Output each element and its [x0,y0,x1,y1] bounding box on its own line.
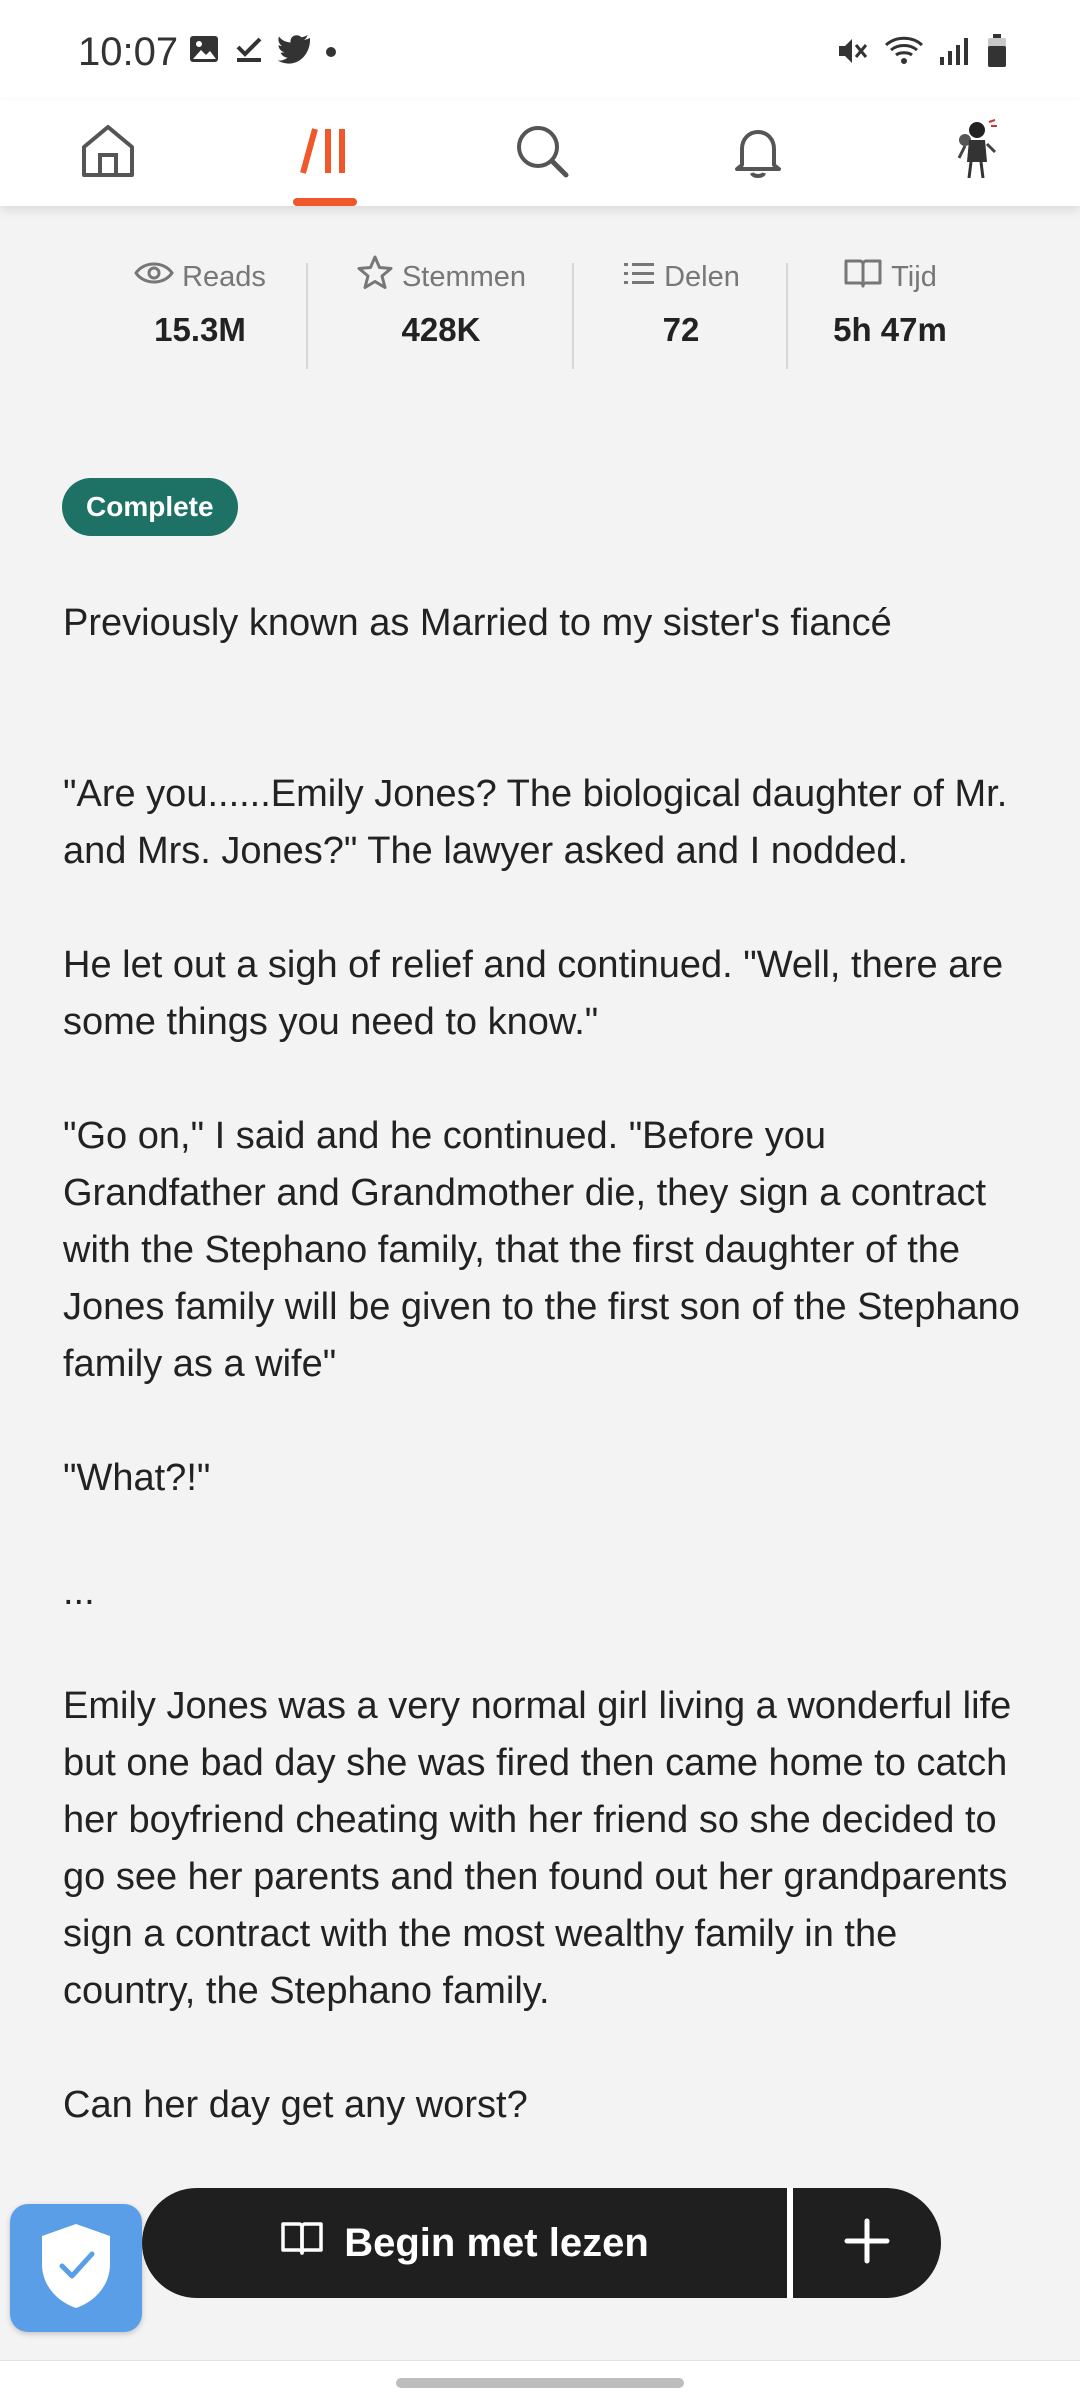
stat-value: 15.3M [154,311,246,348]
library-icon [295,121,355,186]
status-badge: Complete [62,478,238,536]
stat-reads: Reads 15.3M [100,255,300,375]
stat-time: Tijd 5h 47m [792,255,988,375]
start-reading-label: Begin met lezen [344,2220,649,2265]
top-nav [0,100,1080,206]
description-paragraph: ... [63,1571,95,1613]
story-stats: Reads 15.3M Stemmen 428K Delen 72 Tijd 5… [0,255,1080,375]
mute-icon [836,35,870,72]
nav-search[interactable] [492,100,592,206]
stat-label: Stemmen [401,260,527,293]
stat-value: 428K [401,311,481,348]
description-paragraph: "Are you......Emily Jones? The biologica… [63,773,1008,872]
status-time: 10:07 [78,30,179,74]
divider [572,263,574,369]
image-icon [188,34,220,69]
eye-icon [134,258,174,296]
description-paragraph: "Go on," I said and he continued. "Befor… [63,1115,1020,1385]
security-shield-button[interactable] [10,2204,142,2332]
search-icon [512,121,572,186]
gesture-bar [0,2360,1080,2401]
description-paragraph: "What?!" [63,1457,211,1499]
home-gesture-handle[interactable] [396,2378,684,2388]
add-to-library-button[interactable] [793,2188,941,2298]
description-paragraph: Can her day get any worst? [63,2084,528,2126]
description-paragraph: Emily Jones was a very normal girl livin… [63,1685,1012,2012]
story-description: Previously known as Married to my sister… [63,595,1033,2191]
status-right-icons [836,34,1008,73]
check-icon [234,34,264,69]
divider [306,263,308,369]
stat-label: Delen [664,260,740,293]
nav-notifications[interactable] [708,100,808,206]
battery-icon [986,34,1008,73]
list-icon [622,258,656,296]
divider [786,263,788,369]
stat-label: Reads [182,260,266,293]
stat-value: 72 [662,311,700,348]
book-open-icon [843,257,883,297]
signal-icon [938,35,972,72]
stat-parts: Delen 72 [578,255,784,375]
twitter-icon [277,34,312,69]
stat-label: Tijd [891,260,937,293]
start-reading-button[interactable]: Begin met lezen [142,2188,787,2298]
description-paragraph: He let out a sigh of relief and continue… [63,944,1004,1043]
dot-icon [326,46,336,57]
wifi-icon [884,35,924,72]
avatar [951,118,1001,189]
nav-profile[interactable] [926,100,1026,206]
home-icon [78,121,138,186]
status-left-icons [188,34,336,69]
bell-icon [728,121,788,186]
stat-votes: Stemmen 428K [312,255,570,375]
star-icon [356,254,394,300]
nav-library[interactable] [275,100,375,206]
active-tab-indicator [293,198,357,206]
nav-home[interactable] [58,100,158,206]
book-open-icon [280,2220,324,2266]
status-bar: 10:07 [0,0,1080,100]
plus-icon [843,2217,891,2270]
description-paragraph: Previously known as Married to my sister… [63,602,892,644]
stat-value: 5h 47m [833,311,947,348]
shield-check-icon [36,2220,116,2317]
